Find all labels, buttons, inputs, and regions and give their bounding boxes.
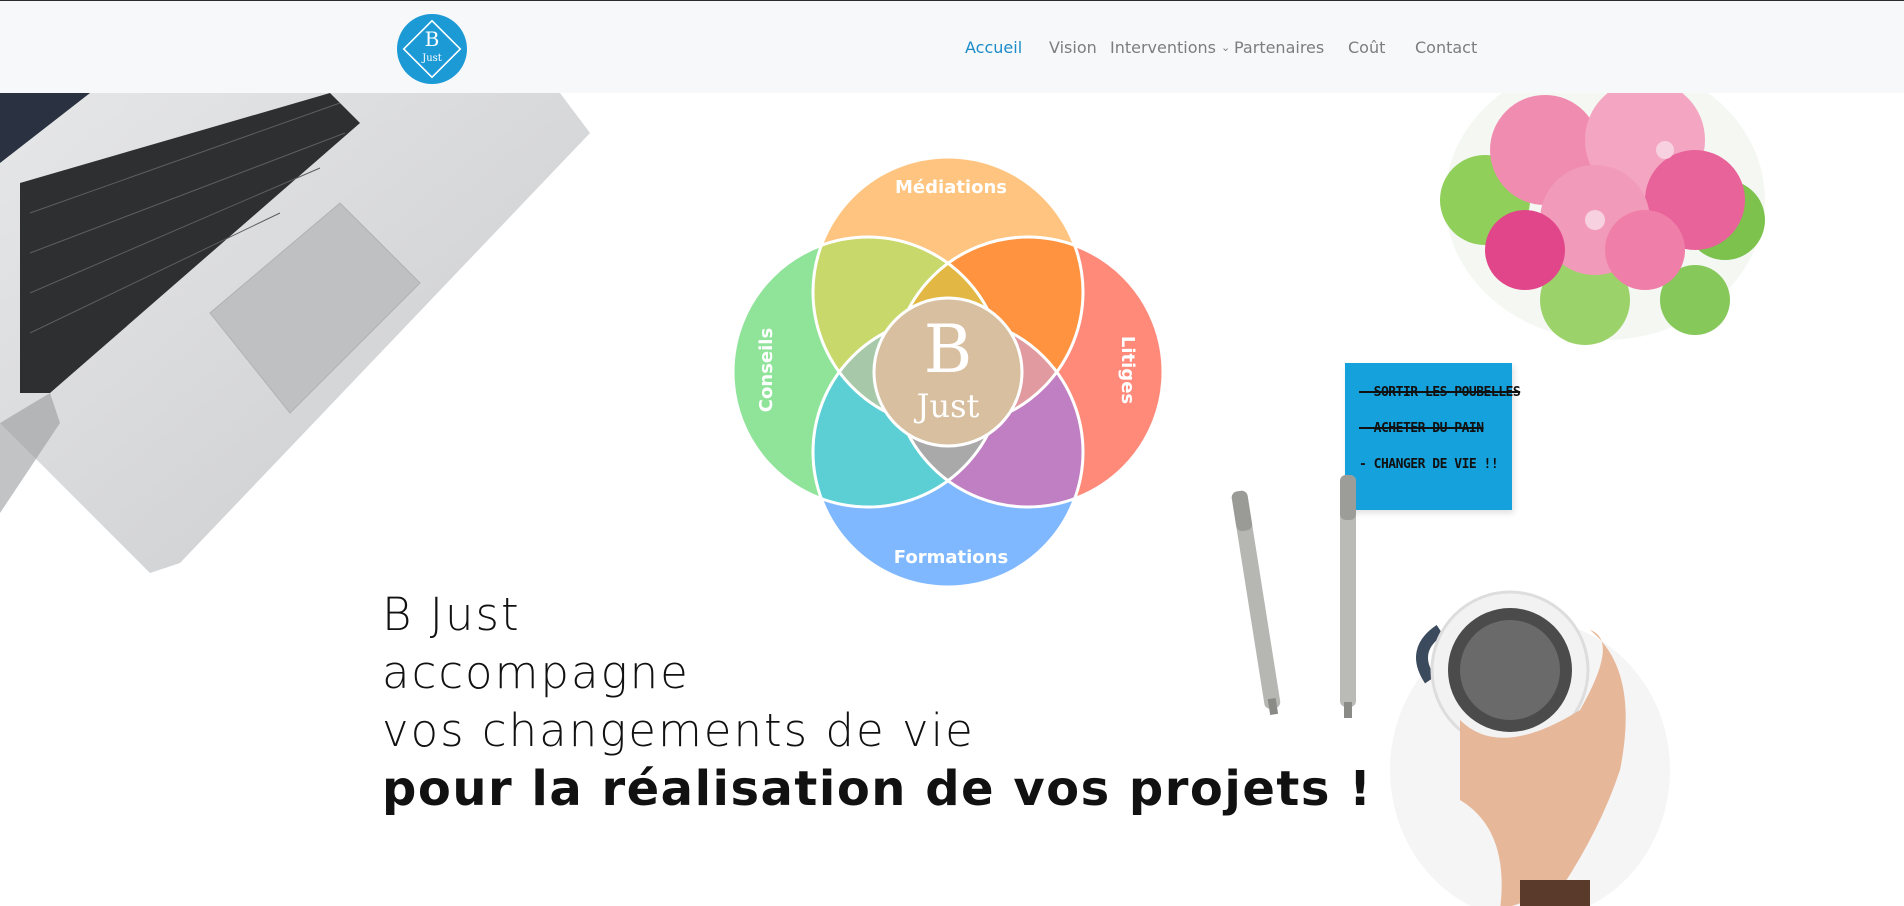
nav-vision[interactable]: Vision xyxy=(1049,38,1097,57)
chevron-down-icon: ⌄ xyxy=(1221,41,1231,54)
laptop-image xyxy=(0,93,590,573)
flowers-image xyxy=(1440,70,1765,345)
venn-label-mediations: Médiations xyxy=(895,177,1007,198)
services-venn-diagram: B Just Médiations Formations Conseils Li… xyxy=(731,155,1165,589)
note-line-1: - SORTIR LES POUBELLES xyxy=(1359,385,1521,400)
navbar: B Just Accueil Vision Interventions ⌄ Par… xyxy=(0,1,1904,93)
nav-partenaires[interactable]: Partenaires xyxy=(1234,38,1324,57)
venn-label-conseils: Conseils xyxy=(756,328,777,412)
nav-cout[interactable]: Coût xyxy=(1348,38,1385,57)
nav-interventions-label: Interventions xyxy=(1110,38,1216,57)
hero-line-1: B Just xyxy=(382,588,521,641)
hero-headline: B Just accompagne vos changements de vie… xyxy=(382,586,1382,818)
hero-line-2: accompagne xyxy=(382,646,690,699)
note-line-2: - ACHETER DU PAIN xyxy=(1359,421,1484,436)
coffee-cup-image xyxy=(1390,590,1670,906)
nav-accueil[interactable]: Accueil xyxy=(965,38,1022,57)
hero-line-4: pour la réalisation de vos projets ! xyxy=(382,761,1373,817)
venn-label-litiges: Litiges xyxy=(1117,336,1138,404)
venn-center-letter: B xyxy=(924,311,973,388)
nav-contact[interactable]: Contact xyxy=(1415,38,1477,57)
main-nav: Accueil Vision Interventions ⌄ Partenaire… xyxy=(0,1,1904,93)
venn-center-word: Just xyxy=(914,387,980,425)
venn-label-formations: Formations xyxy=(894,547,1008,568)
nav-interventions[interactable]: Interventions ⌄ xyxy=(1110,38,1230,57)
hero-line-3: vos changements de vie xyxy=(382,704,975,757)
